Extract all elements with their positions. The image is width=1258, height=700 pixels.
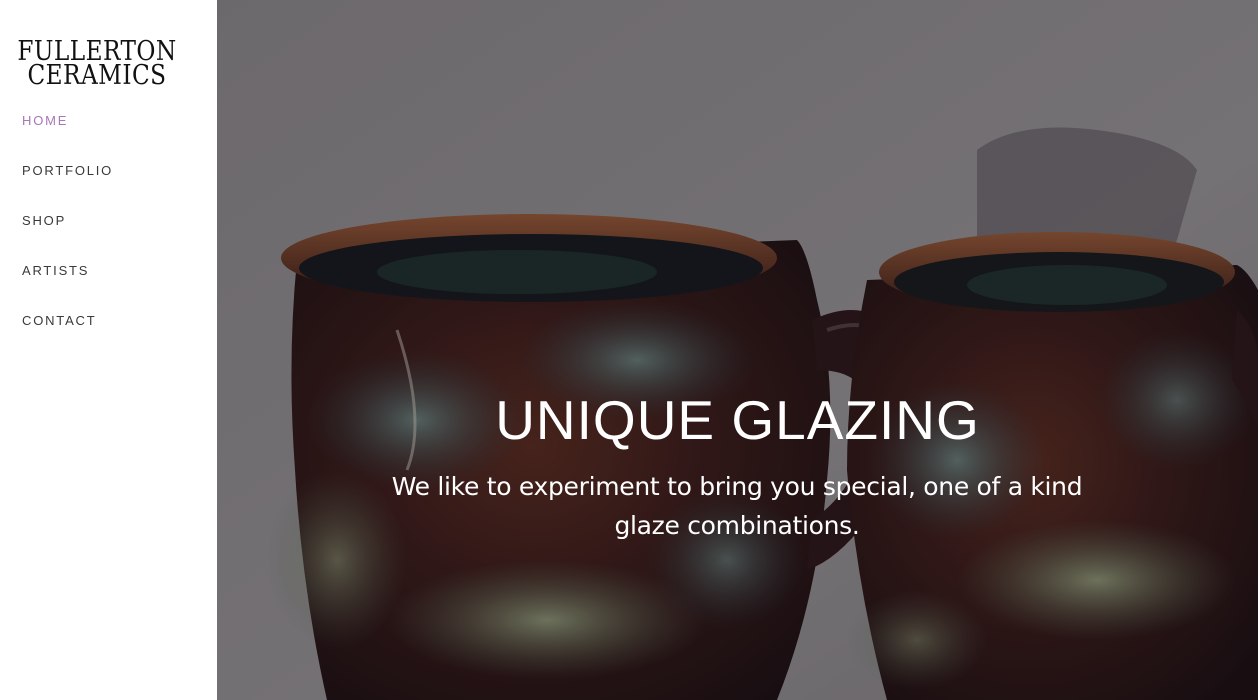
sidebar: FULLERTON CERAMICS HOME PORTFOLIO SHOP A… [0, 0, 217, 700]
nav-item-home: HOME [22, 112, 113, 162]
hero-banner: UNIQUE GLAZING We like to experiment to … [217, 0, 1258, 700]
logo-line-2: CERAMICS [27, 60, 167, 91]
nav-link-contact[interactable]: CONTACT [22, 313, 96, 329]
nav-item-contact: CONTACT [22, 312, 113, 362]
nav-link-shop[interactable]: SHOP [22, 213, 66, 229]
nav-link-artists[interactable]: ARTISTS [22, 263, 89, 279]
nav-item-artists: ARTISTS [22, 262, 113, 312]
nav-item-shop: SHOP [22, 212, 113, 262]
hero-overlay [217, 0, 1258, 700]
nav-link-home[interactable]: HOME [22, 113, 68, 129]
hero-subtitle: We like to experiment to bring you speci… [391, 472, 1083, 540]
nav-link-portfolio[interactable]: PORTFOLIO [22, 163, 113, 179]
hero-title: UNIQUE GLAZING [495, 389, 980, 451]
site-logo[interactable]: FULLERTON CERAMICS [0, 38, 194, 91]
nav-item-portfolio: PORTFOLIO [22, 162, 113, 212]
page: FULLERTON CERAMICS HOME PORTFOLIO SHOP A… [0, 0, 1258, 700]
main-nav: HOME PORTFOLIO SHOP ARTISTS CONTACT [22, 112, 113, 362]
